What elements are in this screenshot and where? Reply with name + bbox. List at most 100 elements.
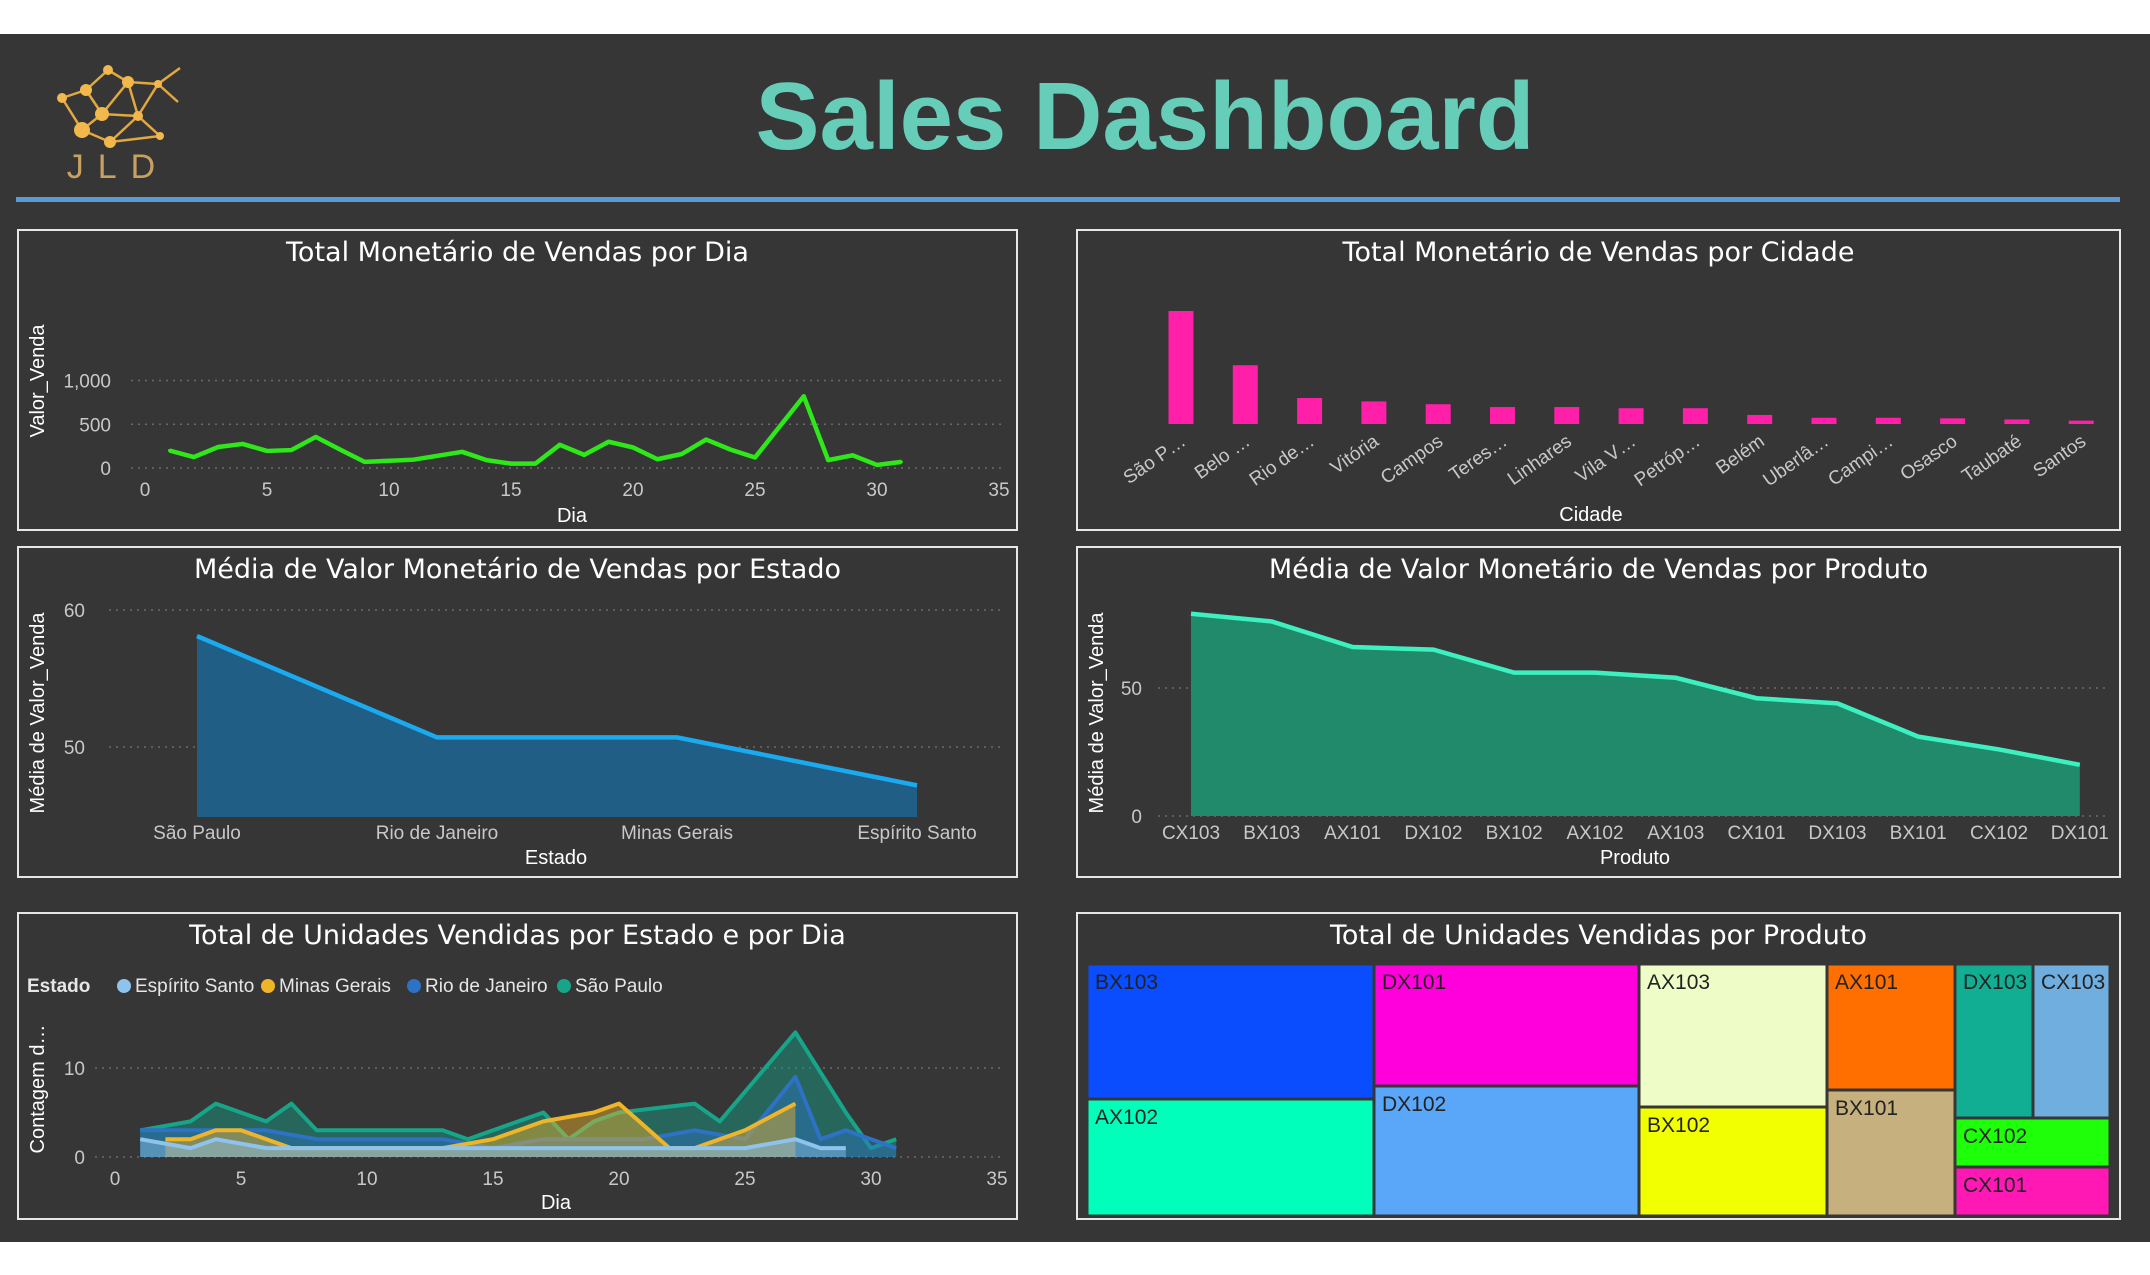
data-point — [558, 443, 562, 447]
x-tick-label: 20 — [608, 1169, 629, 1190]
panel-unidades-estado-dia[interactable]: Total de Unidades Vendidas por Estado e … — [17, 912, 1018, 1220]
bar — [1618, 408, 1644, 424]
x-tick-label: 10 — [378, 480, 399, 501]
x-axis-title: Dia — [541, 1192, 572, 1214]
x-tick-label: Belém — [1712, 431, 1768, 479]
data-point — [289, 448, 293, 452]
x-tick-label: 5 — [262, 480, 273, 501]
x-tick-label: AX101 — [1324, 823, 1381, 844]
y-tick-label: 1,000 — [63, 372, 111, 393]
data-point — [338, 448, 342, 452]
x-tick-label: BX102 — [1486, 823, 1543, 844]
bar — [1490, 407, 1515, 424]
x-axis-title: Cidade — [1559, 504, 1622, 526]
bar — [1168, 311, 1194, 424]
x-tick-label: 5 — [236, 1169, 247, 1190]
legend-item-label: Minas Gerais — [279, 976, 391, 997]
data-point — [216, 445, 220, 449]
panel-unidades-por-produto[interactable]: Total de Unidades Vendidas por Produto B… — [1076, 912, 2121, 1220]
data-point — [875, 463, 879, 467]
x-tick-label: 15 — [500, 480, 521, 501]
x-tick-label: Campi… — [1825, 431, 1898, 491]
data-point — [582, 453, 586, 457]
data-point — [363, 460, 367, 464]
y-axis-title: Média de Valor_Venda — [27, 612, 49, 814]
legend-marker — [557, 979, 571, 993]
area-fill — [197, 636, 917, 817]
x-axis-title: Produto — [1600, 847, 1670, 869]
data-point — [411, 458, 415, 462]
data-point — [314, 435, 318, 439]
treemap-tile-label: AX102 — [1095, 1106, 1158, 1129]
page-title: Sales Dashboard — [755, 63, 1535, 170]
x-tick-label: 25 — [734, 1169, 755, 1190]
data-point — [533, 462, 537, 466]
bar — [1361, 401, 1387, 424]
data-point — [826, 458, 830, 462]
data-point — [607, 440, 611, 444]
bar — [1875, 417, 1901, 424]
treemap-tile-label: CX103 — [2041, 971, 2105, 994]
x-tick-label: Rio de Janeiro — [376, 823, 499, 844]
x-axis-title: Dia — [557, 505, 588, 527]
data-point — [485, 458, 489, 462]
legend-title: Estado — [27, 976, 90, 997]
x-tick-label: CX103 — [1162, 823, 1220, 844]
x-tick-label: São P… — [1120, 431, 1190, 489]
y-axis-title: Contagem d… — [27, 1025, 49, 1154]
y-tick-label: 0 — [74, 1148, 85, 1169]
x-axis-title: Estado — [525, 847, 587, 869]
x-tick-label: 25 — [744, 480, 765, 501]
panel-media-por-produto[interactable]: Média de Valor Monetário de Vendas por P… — [1076, 546, 2121, 878]
x-tick-label: Vila V… — [1572, 431, 1640, 487]
y-tick-label: 0 — [1131, 807, 1142, 828]
x-tick-label: 30 — [860, 1169, 881, 1190]
y-axis-title: Média de Valor_Venda — [1086, 612, 1108, 814]
bar — [2004, 419, 2030, 424]
x-tick-label: Linhares — [1504, 431, 1576, 490]
panel-vendas-por-cidade[interactable]: Total Monetário de Vendas por Cidade São… — [1076, 229, 2121, 531]
x-tick-label: 10 — [356, 1169, 377, 1190]
x-tick-label: DX103 — [1808, 823, 1866, 844]
legend-marker — [261, 979, 275, 993]
x-tick-label: BX103 — [1243, 823, 1300, 844]
area-fill — [1191, 613, 2080, 816]
x-tick-label: DX102 — [1404, 823, 1462, 844]
x-tick-label: 15 — [482, 1169, 503, 1190]
data-point — [631, 445, 635, 449]
bar — [1940, 418, 1966, 424]
bar — [2068, 420, 2094, 424]
title-divider — [16, 197, 2120, 202]
x-tick-label: Petróp… — [1631, 431, 1704, 491]
data-point — [460, 450, 464, 454]
x-tick-label: Belo … — [1191, 431, 1254, 484]
x-tick-label: CX102 — [1970, 823, 2028, 844]
data-point — [192, 455, 196, 459]
treemap-tile-label: BX101 — [1835, 1097, 1898, 1120]
treemap-tile-label: CX101 — [1963, 1174, 2027, 1197]
treemap-tile-label: CX102 — [1963, 1125, 2027, 1148]
data-point — [704, 438, 708, 442]
legend-marker — [117, 979, 131, 993]
x-tick-label: 0 — [140, 480, 151, 501]
x-tick-label: Osasco — [1897, 431, 1962, 485]
data-point — [167, 449, 171, 452]
data-point — [899, 460, 903, 464]
x-tick-label: DX101 — [2051, 823, 2109, 844]
x-tick-label: Rio de… — [1246, 431, 1319, 491]
data-point — [509, 462, 513, 466]
data-point — [802, 394, 806, 398]
y-tick-label: 500 — [79, 415, 111, 436]
y-axis-title: Valor_Venda — [27, 324, 49, 438]
treemap-tile-label: BX102 — [1647, 1114, 1710, 1137]
x-tick-label: AX103 — [1647, 823, 1704, 844]
legend-item-label: Espírito Santo — [135, 976, 254, 997]
chart-svg: 0 10 0 5 10 15 20 25 30 35 Dia Contagem d… Estado Esp… — [27, 976, 1008, 1214]
panel-vendas-por-dia[interactable]: Total Monetário de Vendas por Dia 0 500 1,… — [17, 229, 1018, 531]
data-point — [753, 456, 757, 459]
chart-svg: 0 500 1,000 0 5 10 15 20 25 30 35 Dia Valor_Venda — [27, 324, 1010, 527]
panel-media-por-estado[interactable]: Média de Valor Monetário de Vendas por E… — [17, 546, 1018, 878]
x-tick-label: Taubaté — [1958, 431, 2025, 487]
chart-svg: 60 50 São Paulo Rio de Janeiro Minas Gerais E… — [27, 601, 1004, 869]
treemap-tile-label: DX103 — [1963, 971, 2027, 994]
